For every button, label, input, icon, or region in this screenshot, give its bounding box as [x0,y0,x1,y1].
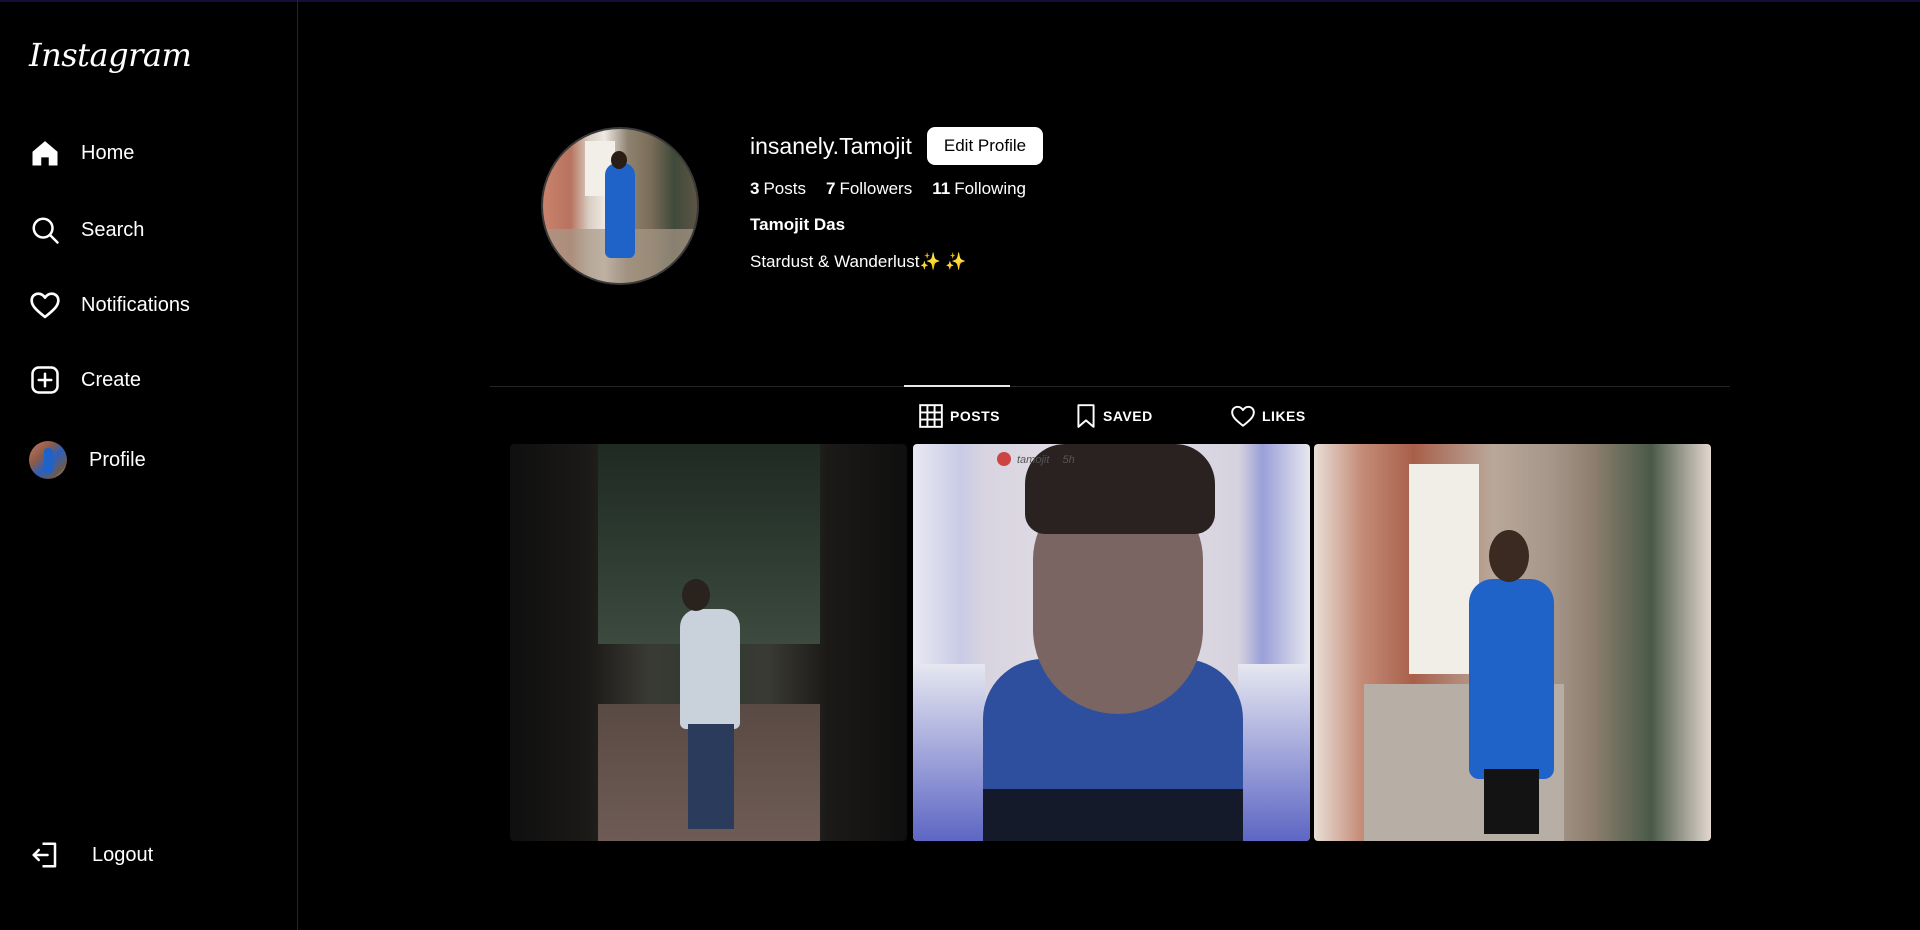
active-tab-indicator [904,385,1010,387]
post-image-detail [688,724,734,829]
logout-icon [29,839,61,871]
tabs-divider [490,386,1730,387]
bookmark-icon [1075,403,1097,429]
tab-label: SAVED [1103,408,1153,424]
following-stat[interactable]: 11 Following [932,179,1026,199]
followers-label: Followers [839,179,913,198]
sidebar-item-label: Notifications [81,293,190,316]
posts-label: Posts [763,179,806,198]
grid-icon [918,403,944,429]
profile-full-name: Tamojit Das [750,215,846,234]
instagram-logo[interactable]: Instagram [29,36,192,74]
followers-stat[interactable]: 7 Followers [826,179,912,199]
posts-count: 3 [750,179,760,198]
tab-saved[interactable]: SAVED [1075,403,1153,429]
sidebar-item-label: Create [81,368,142,391]
sidebar: Instagram Home Search Notifications Crea… [0,0,298,930]
search-icon [29,214,61,246]
sidebar-item-label: Search [81,218,145,241]
post-overlay-time: 5h [1062,454,1075,466]
sidebar-item-create[interactable]: Create [29,358,141,402]
post-image-detail [680,609,740,729]
heart-icon [29,289,61,321]
sidebar-item-label: Profile [89,448,146,471]
post-thumbnail-2[interactable]: tamojit 5h [913,444,1310,841]
profile-username: insanely.Tamojit [750,133,912,159]
tab-posts[interactable]: POSTS [918,403,1000,429]
sidebar-item-notifications[interactable]: Notifications [29,283,190,327]
tab-label: POSTS [950,408,1000,424]
post-thumbnail-3[interactable] [1314,444,1711,841]
avatar [29,441,67,479]
profile-bio: Stardust & Wanderlust✨ ✨ [750,252,967,271]
sidebar-item-search[interactable]: Search [29,208,144,252]
post-image-detail [1484,769,1539,834]
following-label: Following [954,179,1027,198]
profile-stats: 3 Posts 7 Followers 11 Following [750,179,1046,199]
post-image-detail [682,579,710,611]
logout-button[interactable]: Logout [29,833,153,877]
profile-avatar[interactable] [541,127,699,285]
sidebar-item-label: Home [81,141,135,164]
posts-stat: 3 Posts [750,179,806,199]
avatar-head-detail [611,151,627,169]
following-count: 11 [932,179,951,198]
sidebar-item-profile[interactable]: Profile [29,438,146,482]
post-overlay-user: tamojit [1017,454,1050,466]
post-image-detail [913,664,985,841]
post-image-detail [1238,664,1310,841]
home-icon [29,137,61,169]
logout-label: Logout [92,843,154,866]
sidebar-item-home[interactable]: Home [29,131,134,175]
plus-square-icon [29,364,61,396]
tab-label: LIKES [1262,408,1306,424]
post-image-detail [983,789,1243,841]
post-thumbnail-1[interactable] [510,444,907,841]
tab-likes[interactable]: LIKES [1230,403,1306,429]
heart-icon [1230,404,1256,428]
followers-count: 7 [826,179,836,198]
avatar-person-detail [605,163,635,258]
post-image-detail [1489,530,1529,582]
post-overlay-tag: tamojit 5h [993,454,1075,466]
edit-profile-button[interactable]: Edit Profile [927,127,1043,165]
post-image-detail [1469,579,1554,779]
